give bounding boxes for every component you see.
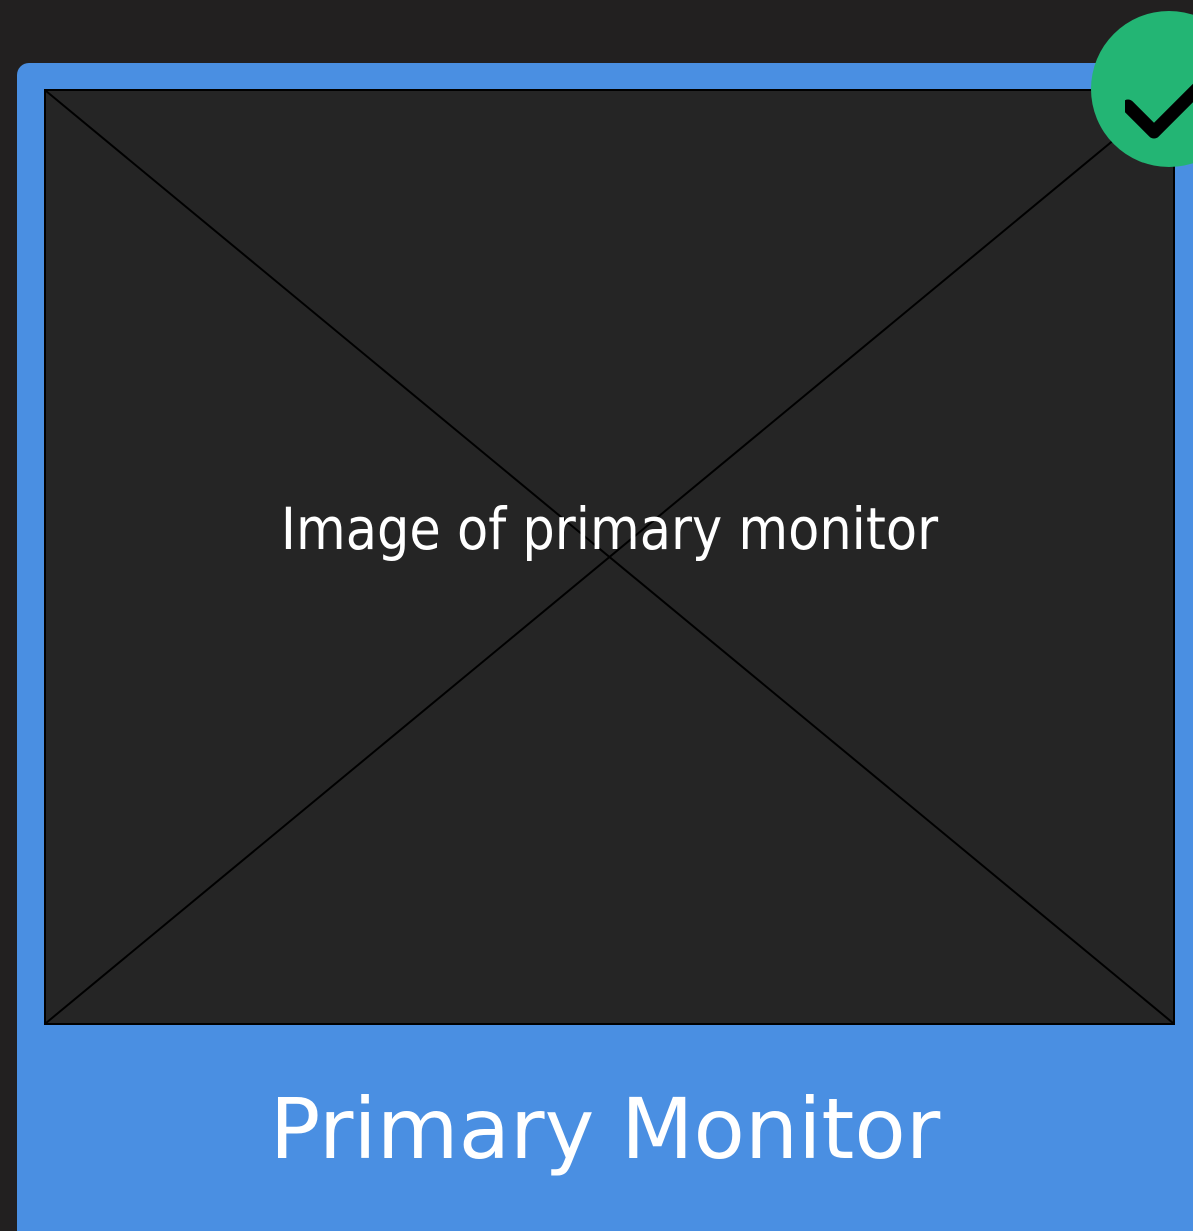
monitor-name-label: Primary Monitor <box>269 1080 941 1178</box>
monitor-preview-placeholder: Image of primary monitor <box>44 89 1175 1025</box>
monitor-selection-page: Image of primary monitor Primary Monitor <box>0 0 1193 1231</box>
monitor-preview-text: Image of primary monitor <box>280 495 939 563</box>
checkmark-icon <box>1125 83 1193 139</box>
